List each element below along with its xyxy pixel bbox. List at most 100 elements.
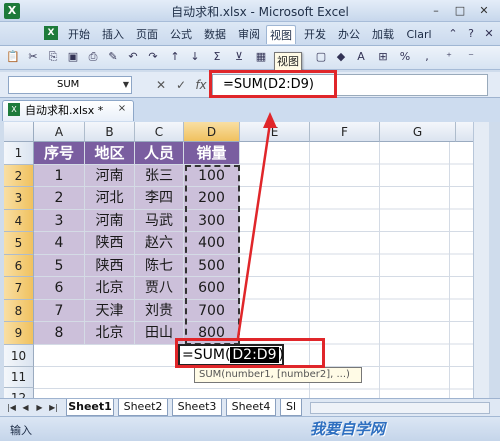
column-header-b[interactable]: B (85, 122, 135, 142)
sheet-tab-sheet1[interactable]: Sheet1 (66, 399, 114, 416)
sheet-tab-partial[interactable]: Sl (280, 399, 302, 416)
enter-icon[interactable]: ✓ (174, 77, 188, 93)
excel-app-icon[interactable]: X (4, 3, 20, 19)
table-cell[interactable]: 河南 (85, 165, 135, 187)
first-sheet-icon[interactable]: |◀ (6, 402, 17, 414)
row-header-8[interactable]: 8 (4, 300, 34, 322)
filter-icon[interactable]: ⊻ (232, 50, 246, 64)
quick-access-icon[interactable]: X (44, 26, 58, 40)
column-header-f[interactable]: F (310, 122, 380, 142)
table-cell[interactable]: 2 (34, 187, 85, 210)
help-icon[interactable]: ? (464, 27, 478, 41)
table-cell[interactable]: 800 (184, 322, 240, 345)
table-cell[interactable]: 200 (184, 187, 240, 210)
sheet-tab-sheet3[interactable]: Sheet3 (172, 399, 222, 416)
workbook-close-icon[interactable]: × (116, 102, 128, 116)
row-header-9[interactable]: 9 (4, 322, 34, 345)
table-cell[interactable]: 陕西 (85, 232, 135, 255)
table-cell[interactable]: 400 (184, 232, 240, 255)
table-cell[interactable]: 5 (34, 255, 85, 277)
prev-sheet-icon[interactable]: ◀ (20, 402, 31, 414)
tab-developer[interactable]: 开发 (300, 25, 330, 44)
row-header-10[interactable]: 10 (4, 345, 34, 367)
column-header-a[interactable]: A (34, 122, 85, 142)
worksheet-grid[interactable]: A B C D E F G 1 2 3 4 5 6 7 8 9 10 11 12… (4, 122, 489, 398)
table-cell[interactable]: 6 (34, 277, 85, 300)
paste-icon[interactable]: 📋 (6, 50, 20, 64)
tab-insert[interactable]: 插入 (98, 25, 128, 44)
tab-data[interactable]: 数据 (200, 25, 230, 44)
column-header-c[interactable]: C (135, 122, 184, 142)
tab-page-layout[interactable]: 页面 (132, 25, 162, 44)
table-cell[interactable]: 8 (34, 322, 85, 345)
row-header-1[interactable]: 1 (4, 142, 34, 165)
row-header-5[interactable]: 5 (4, 232, 34, 255)
table-cell[interactable]: 7 (34, 300, 85, 322)
horizontal-scrollbar[interactable] (310, 402, 490, 414)
column-header-e[interactable]: E (240, 122, 310, 142)
table-header-cell[interactable]: 人员 (135, 142, 184, 165)
close-button[interactable]: ✕ (472, 2, 496, 19)
redo-icon[interactable]: ↷ (146, 50, 160, 64)
table-cell[interactable]: 刘贵 (135, 300, 184, 322)
tab-formulas[interactable]: 公式 (166, 25, 196, 44)
cancel-icon[interactable]: ✕ (154, 77, 168, 93)
table-cell[interactable]: 500 (184, 255, 240, 277)
table-header-cell[interactable]: 地区 (85, 142, 135, 165)
next-sheet-icon[interactable]: ▶ (34, 402, 45, 414)
table-cell[interactable]: 赵六 (135, 232, 184, 255)
table-cell[interactable]: 贾八 (135, 277, 184, 300)
row-header-3[interactable]: 3 (4, 187, 34, 210)
table-header-cell[interactable]: 销量 (184, 142, 240, 165)
sheet-tab-sheet2[interactable]: Sheet2 (118, 399, 168, 416)
decrease-decimal-icon[interactable]: ⁻ (464, 50, 478, 64)
fill-color-icon[interactable]: ◆ (334, 50, 348, 64)
column-header-g[interactable]: G (380, 122, 456, 142)
tab-addins[interactable]: 加载 (368, 25, 398, 44)
tab-clarl[interactable]: Clarl (402, 25, 436, 44)
undo-icon[interactable]: ↶ (126, 50, 140, 64)
percent-icon[interactable]: % (398, 50, 412, 64)
tab-review[interactable]: 审阅 (234, 25, 264, 44)
table-cell[interactable]: 700 (184, 300, 240, 322)
increase-decimal-icon[interactable]: ⁺ (442, 50, 456, 64)
sheet-tab-sheet4[interactable]: Sheet4 (226, 399, 276, 416)
tab-home[interactable]: 开始 (64, 25, 94, 44)
cut-icon[interactable]: ✂ (26, 50, 40, 64)
table-cell[interactable]: 北京 (85, 277, 135, 300)
sort-desc-icon[interactable]: ↓ (188, 50, 202, 64)
format-painter-icon[interactable]: ✎ (106, 50, 120, 64)
maximize-button[interactable]: □ (448, 2, 472, 19)
active-cell-editor[interactable]: =SUM(D2:D9) (178, 344, 284, 366)
insert-function-icon[interactable]: fx (194, 77, 208, 93)
table-cell[interactable]: 3 (34, 210, 85, 232)
row-header-7[interactable]: 7 (4, 277, 34, 300)
print-icon[interactable]: ⎙ (86, 50, 100, 64)
save-icon[interactable]: ▣ (66, 50, 80, 64)
table-cell[interactable]: 田山 (135, 322, 184, 345)
select-all-corner[interactable] (4, 122, 34, 142)
row-header-4[interactable]: 4 (4, 210, 34, 232)
row-header-2[interactable]: 2 (4, 165, 34, 187)
formula-input[interactable]: =SUM(D2:D9) (212, 74, 488, 96)
ribbon-close-icon[interactable]: ✕ (482, 27, 496, 41)
table-cell[interactable]: 马武 (135, 210, 184, 232)
vertical-scrollbar[interactable] (473, 122, 489, 398)
autosum-icon[interactable]: Σ (210, 50, 224, 64)
table-cell[interactable]: 4 (34, 232, 85, 255)
sort-asc-icon[interactable]: ↑ (168, 50, 182, 64)
copy-icon[interactable]: ⎘ (46, 50, 60, 64)
border-icon[interactable]: ▢ (314, 50, 328, 64)
ribbon-minimize-icon[interactable]: ⌃ (446, 27, 460, 41)
table-cell[interactable]: 300 (184, 210, 240, 232)
tab-view[interactable]: 视图 (266, 25, 296, 44)
minimize-button[interactable]: – (424, 2, 448, 19)
table-cell[interactable]: 天津 (85, 300, 135, 322)
table-cell[interactable]: 陕西 (85, 255, 135, 277)
comma-icon[interactable]: , (420, 50, 434, 64)
table-cell[interactable]: 600 (184, 277, 240, 300)
row-header-12[interactable]: 12 (4, 388, 34, 398)
row-header-6[interactable]: 6 (4, 255, 34, 277)
table-cell[interactable]: 河南 (85, 210, 135, 232)
chevron-down-icon[interactable]: ▼ (120, 76, 132, 94)
